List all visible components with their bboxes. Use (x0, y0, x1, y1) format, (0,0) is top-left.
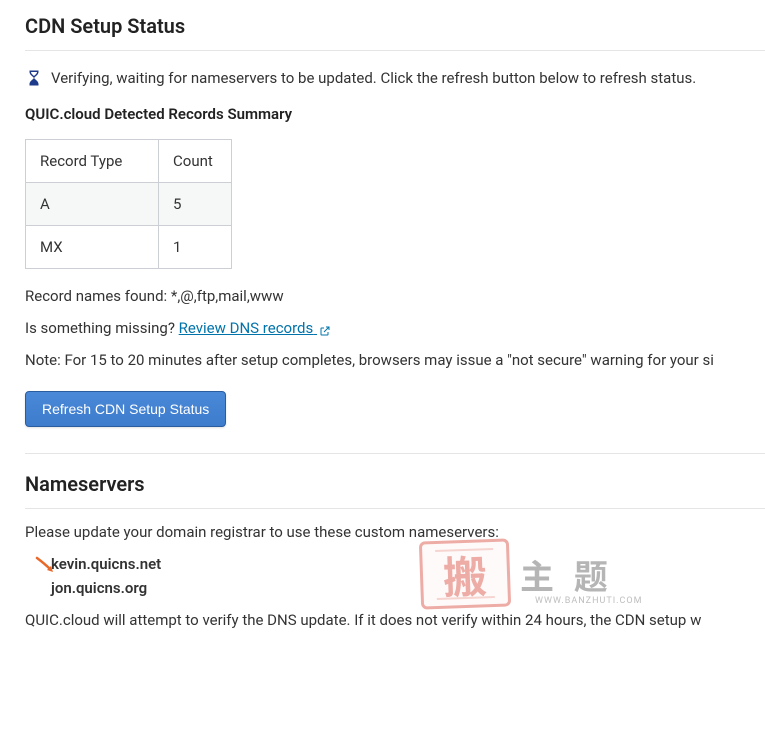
nameservers-list: kevin.quicns.net jon.quicns.org (51, 555, 765, 597)
verify-status-text: Verifying, waiting for nameservers to be… (51, 69, 696, 87)
records-summary-table: Record Type Count A 5 MX 1 (25, 139, 232, 269)
record-count-cell: 5 (159, 183, 232, 226)
record-type-cell: MX (26, 226, 159, 269)
nameservers-instruction: Please update your domain registrar to u… (25, 523, 765, 541)
table-header-count: Count (159, 140, 232, 183)
hourglass-icon (25, 69, 43, 87)
record-count-cell: 1 (159, 226, 232, 269)
refresh-cdn-setup-status-button[interactable]: Refresh CDN Setup Status (25, 391, 226, 427)
records-summary-heading: QUIC.cloud Detected Records Summary (25, 105, 765, 123)
nameservers-followup-text: QUIC.cloud will attempt to verify the DN… (25, 611, 765, 629)
review-dns-records-link[interactable]: Review DNS records (179, 319, 331, 337)
table-row: MX 1 (26, 226, 232, 269)
cdn-setup-status-heading: CDN Setup Status (25, 14, 765, 51)
record-type-cell: A (26, 183, 159, 226)
annotation-arrow-icon (33, 553, 57, 577)
table-header-record-type: Record Type (26, 140, 159, 183)
verify-status-line: Verifying, waiting for nameservers to be… (25, 69, 765, 87)
record-names-line: Record names found: *,@,ftp,mail,www (25, 287, 765, 305)
nameservers-heading: Nameservers (25, 472, 765, 509)
missing-prompt-text: Is something missing? (25, 319, 175, 337)
missing-prompt-line: Is something missing? Review DNS records (25, 319, 765, 337)
review-dns-records-link-text: Review DNS records (179, 319, 314, 337)
nameserver-entry: kevin.quicns.net (51, 555, 765, 573)
nameserver-entry: jon.quicns.org (51, 579, 765, 597)
external-link-icon (319, 323, 331, 335)
table-row: A 5 (26, 183, 232, 226)
record-names-label: Record names found: (25, 287, 167, 305)
setup-note-text: Note: For 15 to 20 minutes after setup c… (25, 351, 765, 369)
record-names-value: *,@,ftp,mail,www (171, 287, 284, 305)
